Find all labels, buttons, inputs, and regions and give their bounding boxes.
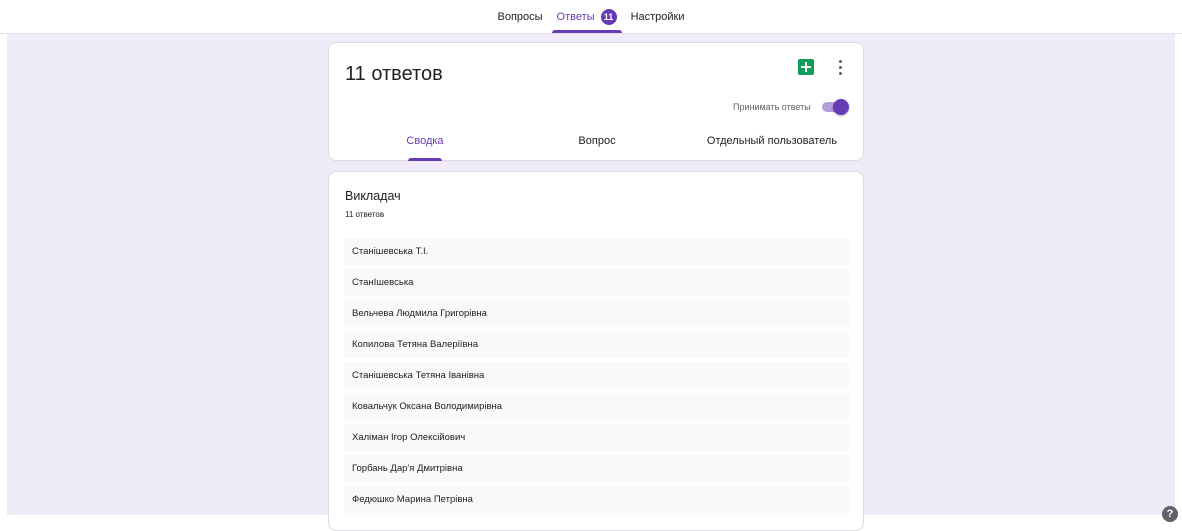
answer-item: Вельчева Людмила Григорівна [344, 300, 849, 327]
tab-settings-label: Настройки [630, 10, 685, 23]
answer-item: Ковальчук Оксана Володимирівна [344, 393, 849, 420]
answer-list: Станішевська Т.І. СтанІшевська Вельчева … [344, 238, 849, 517]
top-tabs: Вопросы Ответы 11 Настройки [0, 0, 1182, 33]
toggle-knob [833, 99, 849, 115]
answer-item: Станішевська Т.І. [344, 238, 849, 265]
tab-settings[interactable]: Настройки [624, 0, 692, 33]
sheets-icon[interactable] [798, 59, 814, 75]
tab-summary[interactable]: Сводка [389, 135, 461, 161]
summary-tabs: Сводка Вопрос Отдельный пользователь [329, 135, 863, 161]
accept-responses-toggle[interactable] [822, 99, 849, 115]
tab-responses-label: Ответы [556, 10, 595, 23]
tab-questions[interactable]: Вопросы [490, 0, 549, 33]
answer-item: Станішевська Тетяна Іванівна [344, 362, 849, 389]
tab-summary-label: Сводка [406, 135, 444, 147]
answer-item: Горбань Дар'я Дмитрівна [344, 455, 849, 482]
accept-responses-label: Принимать ответы [733, 102, 811, 112]
tab-responses[interactable]: Ответы 11 [550, 0, 624, 33]
question-title: Викладач [345, 189, 401, 203]
tab-individual[interactable]: Отдельный пользователь [701, 135, 843, 161]
answer-item: СтанІшевська [344, 269, 849, 296]
answer-item: Федюшко Марина Петрівна [344, 486, 849, 513]
tab-question[interactable]: Вопрос [562, 135, 632, 161]
tab-question-label: Вопрос [578, 135, 616, 147]
top-tab-bar: Вопросы Ответы 11 Настройки [0, 0, 1182, 34]
answer-item: Халіман Ігор Олексійович [344, 424, 849, 451]
answer-item: Копилова Тетяна Валеріївна [344, 331, 849, 358]
question-response-count: 11 ответов [345, 210, 385, 219]
more-vert-icon[interactable] [832, 56, 848, 78]
question-card: Викладач 11 ответов Станішевська Т.І. Ст… [328, 171, 864, 531]
responses-title: 11 ответов [345, 63, 443, 85]
help-icon[interactable]: ? [1162, 506, 1178, 522]
responses-count-badge: 11 [600, 8, 617, 25]
responses-summary-card: 11 ответов Принимать ответы Сводка Вопро… [328, 42, 864, 161]
tab-individual-label: Отдельный пользователь [706, 135, 838, 147]
tab-questions-label: Вопросы [497, 10, 543, 23]
